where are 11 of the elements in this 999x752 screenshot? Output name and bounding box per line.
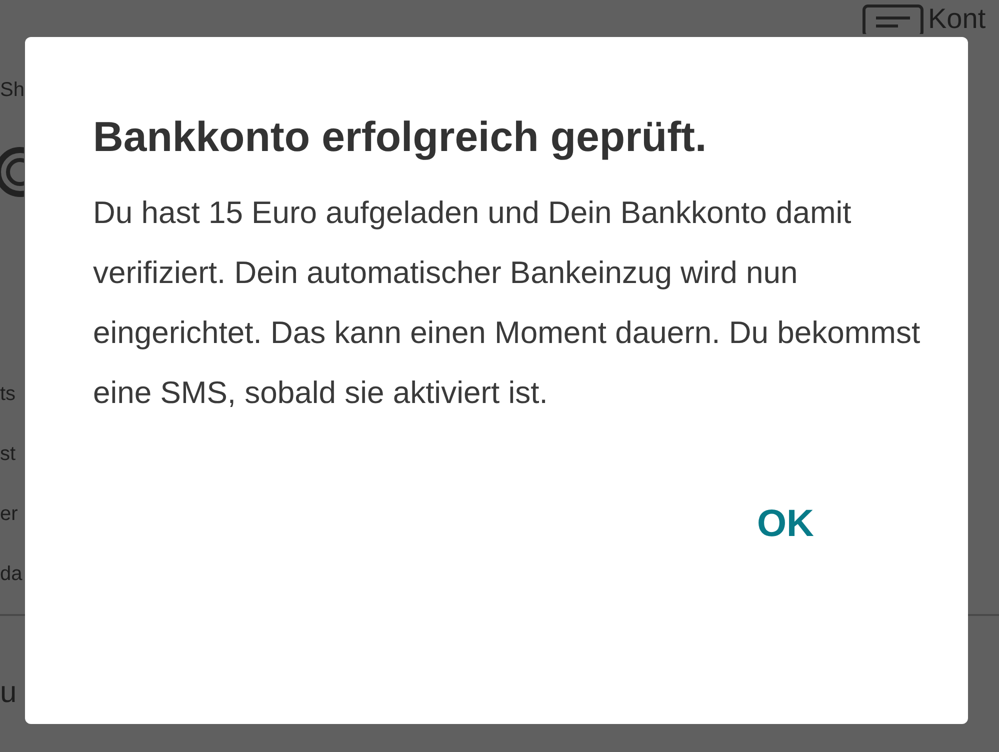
partial-text: Kont bbox=[928, 4, 986, 34]
partial-text: u bbox=[0, 676, 18, 710]
ok-button[interactable]: OK bbox=[753, 497, 818, 552]
partial-text: er bbox=[0, 502, 19, 526]
card-icon bbox=[862, 4, 924, 34]
partial-text: da bbox=[0, 562, 24, 586]
partial-text: Sh bbox=[0, 78, 25, 102]
partial-text: st bbox=[0, 442, 17, 466]
dialog-message: Du hast 15 Euro aufgeladen und Dein Bankkonto damit verifiziert. Dein automatischer Bankeinzug wird nun eingerichtet. Das kann einen Moment dauern. Du bekommst eine SMS, sobald sie aktiviert ist. bbox=[93, 194, 922, 412]
dialog-title: Bankkonto erfolgreich geprüft. bbox=[93, 112, 708, 162]
partial-text: ts bbox=[0, 382, 17, 406]
